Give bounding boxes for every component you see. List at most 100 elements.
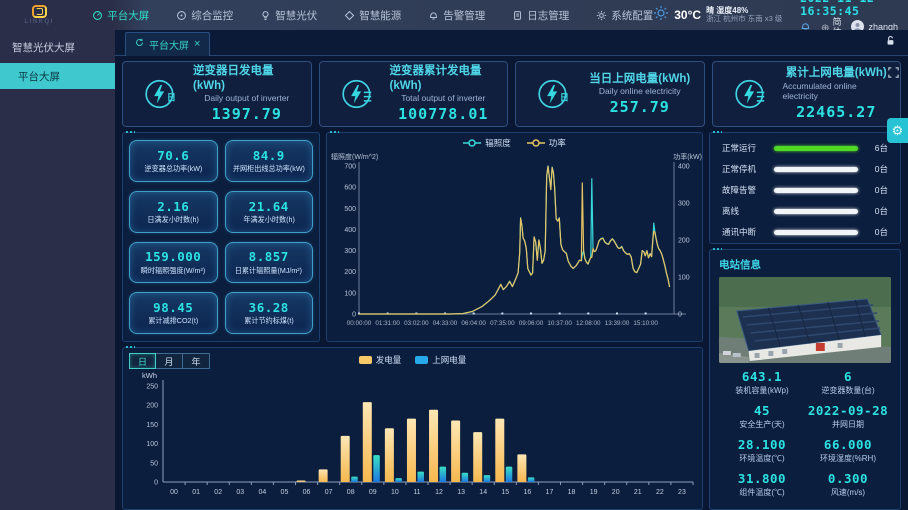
svg-text:06:04:00: 06:04:00 xyxy=(461,320,486,327)
kpi-card: 累计上网电量(kWh) Accumulated online electrici… xyxy=(712,61,902,127)
stat-value: 8.857 xyxy=(249,249,289,265)
legend-label: 辐照度 xyxy=(485,137,511,149)
settings-fab[interactable]: ⚙ xyxy=(887,118,908,143)
nav-item-智慧光伏[interactable]: 智慧光伏 xyxy=(260,8,317,23)
kpi-subtitle: Daily output of inverter xyxy=(204,93,289,104)
stat-label: 累计减排CO2(t) xyxy=(148,317,198,326)
bolt-total-icon xyxy=(733,76,769,112)
svg-text:200: 200 xyxy=(678,238,690,245)
status-label: 正常运行 xyxy=(722,142,768,154)
svg-text:03: 03 xyxy=(236,489,244,496)
nav-item-智慧能源[interactable]: 智慧能源 xyxy=(344,8,401,23)
sidebar-item-平台大屏[interactable]: 平台大屏 xyxy=(0,63,115,89)
station-stat: 6 逆变器数量(台) xyxy=(821,369,874,397)
status-label: 通讯中断 xyxy=(722,226,768,238)
bolt-day-icon: 日 xyxy=(143,76,179,112)
nav-item-日志管理[interactable]: 日志管理 xyxy=(512,8,569,23)
kpi-card: 日 当日上网电量(kWh) Daily online electricity 2… xyxy=(515,61,705,127)
status-bar xyxy=(774,230,858,235)
temperature: 30°C xyxy=(674,8,701,22)
svg-text:18: 18 xyxy=(568,489,576,496)
station-info-title: 电站信息 xyxy=(719,257,891,272)
kpi-card: 逆变器累计发电量(kWh) Total output of inverter 1… xyxy=(319,61,509,127)
station-stat-label: 环境湿度(%RH) xyxy=(820,454,876,465)
svg-text:400: 400 xyxy=(344,227,356,234)
nav-item-label: 智慧能源 xyxy=(359,8,401,23)
svg-text:04:33:00: 04:33:00 xyxy=(433,320,458,327)
nav-item-告警管理[interactable]: 告警管理 xyxy=(428,8,485,23)
period-button-年[interactable]: 年 xyxy=(183,353,210,369)
svg-text:07: 07 xyxy=(325,489,333,496)
status-bar xyxy=(774,209,858,214)
nav-item-系统配置[interactable]: 系统配置 xyxy=(596,8,653,23)
monitor-icon xyxy=(176,10,187,21)
status-row: 通讯中断 0台 xyxy=(722,226,888,238)
station-stat-label: 风速(m/s) xyxy=(831,488,865,499)
svg-text:0: 0 xyxy=(154,480,158,487)
energy-icon xyxy=(344,10,355,21)
svg-text:09:06:00: 09:06:00 xyxy=(519,320,544,327)
svg-text:13: 13 xyxy=(457,489,465,496)
svg-text:100: 100 xyxy=(344,290,356,297)
stat-label: 年满发小时数(h) xyxy=(243,215,294,224)
status-row: 故障告警 0台 xyxy=(722,184,888,196)
main-nav: 平台大屏 综合监控 智慧光伏 智慧能源 告警管理 日志管理 系统配置 xyxy=(92,8,653,23)
stat-tile: 2.16 日满发小时数(h) xyxy=(129,191,218,233)
nav-item-综合监控[interactable]: 综合监控 xyxy=(176,8,233,23)
station-stat-value: 6 xyxy=(844,369,852,386)
alarm-icon xyxy=(428,10,439,21)
svg-text:04: 04 xyxy=(258,489,266,496)
svg-text:日: 日 xyxy=(167,92,176,102)
tab-platform-screen[interactable]: 平台大屏 × xyxy=(125,32,210,56)
svg-text:500: 500 xyxy=(344,206,356,213)
svg-text:200: 200 xyxy=(146,403,158,410)
legend-item-上网电量[interactable]: 上网电量 xyxy=(415,354,466,366)
nav-item-平台大屏[interactable]: 平台大屏 xyxy=(92,8,149,23)
station-stat-value: 0.300 xyxy=(828,471,868,488)
station-stat-value: 28.100 xyxy=(738,437,786,454)
tab-close-icon[interactable]: × xyxy=(194,38,200,50)
legend-marker xyxy=(463,139,481,147)
stat-label: 日累计辐照量(MJ/m²) xyxy=(235,266,302,275)
station-stats: 643.1 装机容量(kWp)6 逆变器数量(台)45 安全生产(天)2022-… xyxy=(719,366,891,502)
sun-icon xyxy=(653,5,669,26)
line-chart-legend: 辐照度 功率 xyxy=(329,136,700,150)
svg-text:23: 23 xyxy=(678,489,686,496)
stat-tile: 8.857 日累计辐照量(MJ/m²) xyxy=(225,242,314,284)
svg-text:03:02:00: 03:02:00 xyxy=(404,320,429,327)
lock-icon[interactable] xyxy=(885,34,896,52)
station-stat-value: 2022-09-28 xyxy=(808,403,888,420)
legend-item-辐照度[interactable]: 辐照度 xyxy=(463,137,511,149)
stat-tile: 36.28 累计节约标煤(t) xyxy=(225,292,314,334)
kpi-card: 日 逆变器日发电量(kWh) Daily output of inverter … xyxy=(122,61,312,127)
svg-text:50: 50 xyxy=(150,460,158,467)
fullscreen-icon[interactable] xyxy=(888,65,899,83)
legend-label: 功率 xyxy=(549,137,566,149)
period-button-日[interactable]: 日 xyxy=(129,353,156,369)
station-stat-value: 31.800 xyxy=(738,471,786,488)
legend-item-发电量[interactable]: 发电量 xyxy=(359,354,402,366)
svg-text:20: 20 xyxy=(612,489,620,496)
refresh-icon[interactable] xyxy=(135,38,144,50)
nav-item-label: 系统配置 xyxy=(611,8,653,23)
status-label: 正常停机 xyxy=(722,163,768,175)
svg-text:07:35:00: 07:35:00 xyxy=(490,320,515,327)
svg-text:300: 300 xyxy=(344,248,356,255)
energy-bar-chart: kWh0501001502002500001020304050607080910… xyxy=(129,370,696,507)
legend-swatch xyxy=(415,356,428,364)
status-row: 离线 0台 xyxy=(722,205,888,217)
svg-text:21: 21 xyxy=(634,489,642,496)
stat-tile: 98.45 累计减排CO2(t) xyxy=(129,292,218,334)
kpi-value: 257.79 xyxy=(610,98,670,117)
svg-text:kWh: kWh xyxy=(142,371,157,380)
status-count: 0台 xyxy=(864,226,888,238)
datetime: 2022-11-12 16:35:45 xyxy=(800,0,898,17)
station-stat: 45 安全生产(天) xyxy=(739,403,784,431)
stat-tile: 21.64 年满发小时数(h) xyxy=(225,191,314,233)
dashboard-content: ⚙ 日 逆变器日发电量(kWh) Daily output of inverte… xyxy=(115,56,908,510)
stat-value: 2.16 xyxy=(157,199,189,215)
svg-text:0: 0 xyxy=(678,312,682,319)
legend-item-功率[interactable]: 功率 xyxy=(527,137,566,149)
sidebar-group-smart-pv[interactable]: 智慧光伏大屏 xyxy=(0,30,115,63)
period-button-月[interactable]: 月 xyxy=(156,353,183,369)
